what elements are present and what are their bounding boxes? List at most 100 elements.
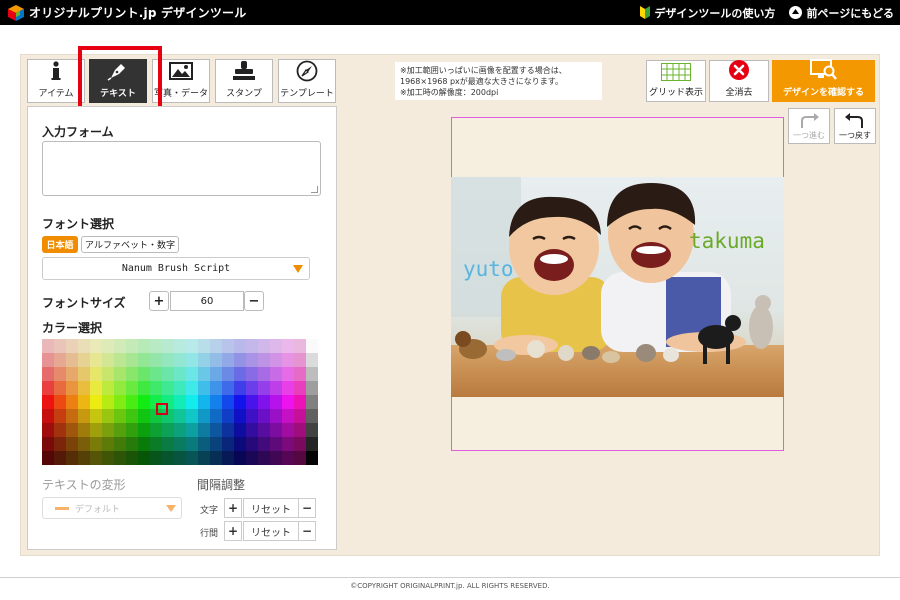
color-swatch[interactable] xyxy=(174,381,186,395)
color-swatch[interactable] xyxy=(126,437,138,451)
back-link[interactable]: 前ページにもどる xyxy=(789,5,894,21)
color-swatch[interactable] xyxy=(258,409,270,423)
color-swatch[interactable] xyxy=(258,367,270,381)
font-size-decrease-button[interactable]: − xyxy=(244,291,264,311)
color-swatch[interactable] xyxy=(186,409,198,423)
color-swatch[interactable] xyxy=(246,381,258,395)
color-swatch[interactable] xyxy=(234,451,246,465)
color-swatch[interactable] xyxy=(294,451,306,465)
color-swatch[interactable] xyxy=(258,437,270,451)
color-swatch[interactable] xyxy=(42,381,54,395)
color-swatch[interactable] xyxy=(294,367,306,381)
color-swatch[interactable] xyxy=(162,437,174,451)
color-swatch[interactable] xyxy=(114,381,126,395)
color-swatch[interactable] xyxy=(90,451,102,465)
color-swatch[interactable] xyxy=(222,353,234,367)
char-spacing-reset-button[interactable]: リセット xyxy=(243,498,299,518)
color-swatch[interactable] xyxy=(222,423,234,437)
color-swatch[interactable] xyxy=(114,353,126,367)
color-swatch[interactable] xyxy=(186,339,198,353)
color-swatch[interactable] xyxy=(138,423,150,437)
tab-item[interactable]: アイテム xyxy=(27,59,85,103)
color-swatch[interactable] xyxy=(306,381,318,395)
color-swatch[interactable] xyxy=(174,437,186,451)
color-swatch[interactable] xyxy=(126,339,138,353)
color-swatch[interactable] xyxy=(306,367,318,381)
color-swatch[interactable] xyxy=(258,339,270,353)
color-swatch[interactable] xyxy=(198,423,210,437)
color-swatch[interactable] xyxy=(126,395,138,409)
color-swatch[interactable] xyxy=(78,423,90,437)
font-size-increase-button[interactable]: + xyxy=(149,291,169,311)
color-swatch[interactable] xyxy=(90,409,102,423)
color-swatch[interactable] xyxy=(114,423,126,437)
color-swatch[interactable] xyxy=(126,381,138,395)
color-swatch[interactable] xyxy=(54,451,66,465)
color-swatch[interactable] xyxy=(282,423,294,437)
color-swatch[interactable] xyxy=(222,381,234,395)
color-swatch[interactable] xyxy=(150,451,162,465)
color-swatch[interactable] xyxy=(42,437,54,451)
color-swatch[interactable] xyxy=(210,395,222,409)
color-swatch[interactable] xyxy=(210,423,222,437)
color-swatch[interactable] xyxy=(270,409,282,423)
color-swatch[interactable] xyxy=(282,381,294,395)
color-swatch[interactable] xyxy=(42,395,54,409)
color-swatch[interactable] xyxy=(66,409,78,423)
color-swatch[interactable] xyxy=(186,451,198,465)
color-swatch[interactable] xyxy=(258,353,270,367)
color-swatch[interactable] xyxy=(246,395,258,409)
color-swatch[interactable] xyxy=(42,451,54,465)
color-swatch[interactable] xyxy=(126,423,138,437)
color-swatch[interactable] xyxy=(90,353,102,367)
color-swatch[interactable] xyxy=(186,423,198,437)
color-swatch[interactable] xyxy=(198,339,210,353)
color-swatch[interactable] xyxy=(138,451,150,465)
color-palette[interactable] xyxy=(42,339,318,465)
color-swatch[interactable] xyxy=(90,395,102,409)
color-swatch[interactable] xyxy=(54,395,66,409)
color-swatch[interactable] xyxy=(102,339,114,353)
color-swatch[interactable] xyxy=(258,451,270,465)
color-swatch[interactable] xyxy=(162,451,174,465)
font-tab-alphanumeric[interactable]: アルファベット・数字 xyxy=(81,236,179,253)
color-swatch[interactable] xyxy=(162,353,174,367)
color-swatch[interactable] xyxy=(270,353,282,367)
color-swatch[interactable] xyxy=(222,395,234,409)
color-swatch[interactable] xyxy=(114,437,126,451)
color-swatch[interactable] xyxy=(270,395,282,409)
color-swatch[interactable] xyxy=(66,367,78,381)
color-swatch[interactable] xyxy=(78,409,90,423)
color-swatch[interactable] xyxy=(90,367,102,381)
color-swatch[interactable] xyxy=(186,437,198,451)
line-spacing-increase-button[interactable]: + xyxy=(224,521,242,541)
color-swatch[interactable] xyxy=(270,451,282,465)
color-swatch[interactable] xyxy=(54,409,66,423)
color-swatch[interactable] xyxy=(198,437,210,451)
line-spacing-decrease-button[interactable]: − xyxy=(298,521,316,541)
guide-link[interactable]: デザインツールの使い方 xyxy=(640,5,775,21)
color-swatch[interactable] xyxy=(270,339,282,353)
color-swatch[interactable] xyxy=(66,339,78,353)
color-swatch[interactable] xyxy=(150,381,162,395)
color-swatch[interactable] xyxy=(102,367,114,381)
color-swatch[interactable] xyxy=(78,339,90,353)
color-swatch[interactable] xyxy=(186,395,198,409)
color-swatch[interactable] xyxy=(258,381,270,395)
color-swatch[interactable] xyxy=(294,395,306,409)
color-swatch[interactable] xyxy=(294,437,306,451)
color-swatch[interactable] xyxy=(306,353,318,367)
color-swatch[interactable] xyxy=(174,395,186,409)
color-swatch[interactable] xyxy=(138,353,150,367)
color-swatch[interactable] xyxy=(198,395,210,409)
color-swatch[interactable] xyxy=(102,423,114,437)
color-swatch[interactable] xyxy=(54,381,66,395)
color-swatch[interactable] xyxy=(78,395,90,409)
color-swatch[interactable] xyxy=(246,353,258,367)
color-swatch[interactable] xyxy=(174,353,186,367)
canvas-text-takuma[interactable]: takuma xyxy=(689,229,765,253)
color-swatch[interactable] xyxy=(162,381,174,395)
color-swatch[interactable] xyxy=(198,353,210,367)
confirm-design-button[interactable]: デザインを確認する xyxy=(772,59,875,102)
redo-button[interactable]: 一つ進む xyxy=(788,108,830,144)
